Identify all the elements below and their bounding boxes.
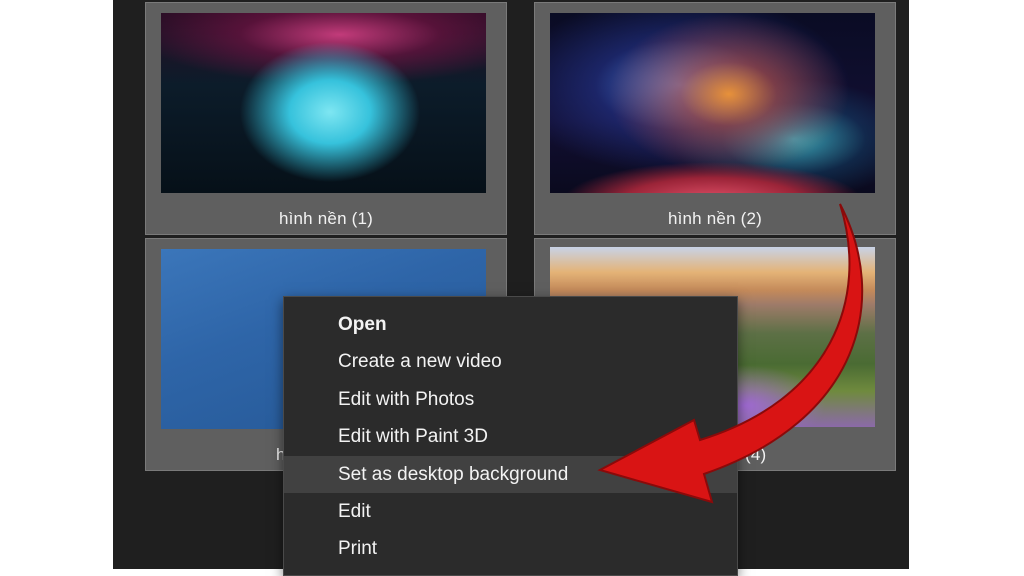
tile-label: (4) <box>745 445 767 464</box>
menu-item-open[interactable]: Open <box>284 306 737 343</box>
tile-label: hình nền (1) <box>278 209 374 228</box>
menu-item-create-video[interactable]: Create a new video <box>284 343 737 380</box>
thumbnail-space-wallpaper <box>550 13 875 193</box>
image-tile-1[interactable]: hình nền (1) <box>145 2 507 235</box>
image-tile-2[interactable]: hình nền (2) <box>534 2 896 235</box>
thumbnail-rain-wallpaper <box>161 13 486 193</box>
tile-label: hình nền (2) <box>667 209 763 228</box>
menu-item-set-as-desktop-background[interactable]: Set as desktop background <box>284 455 737 493</box>
menu-item-edit-with-photos[interactable]: Edit with Photos <box>284 381 737 418</box>
menu-item-print[interactable]: Print <box>284 530 737 567</box>
context-menu: Open Create a new video Edit with Photos… <box>283 296 738 576</box>
menu-item-edit[interactable]: Edit <box>284 493 737 530</box>
menu-item-edit-with-paint-3d[interactable]: Edit with Paint 3D <box>284 418 737 455</box>
